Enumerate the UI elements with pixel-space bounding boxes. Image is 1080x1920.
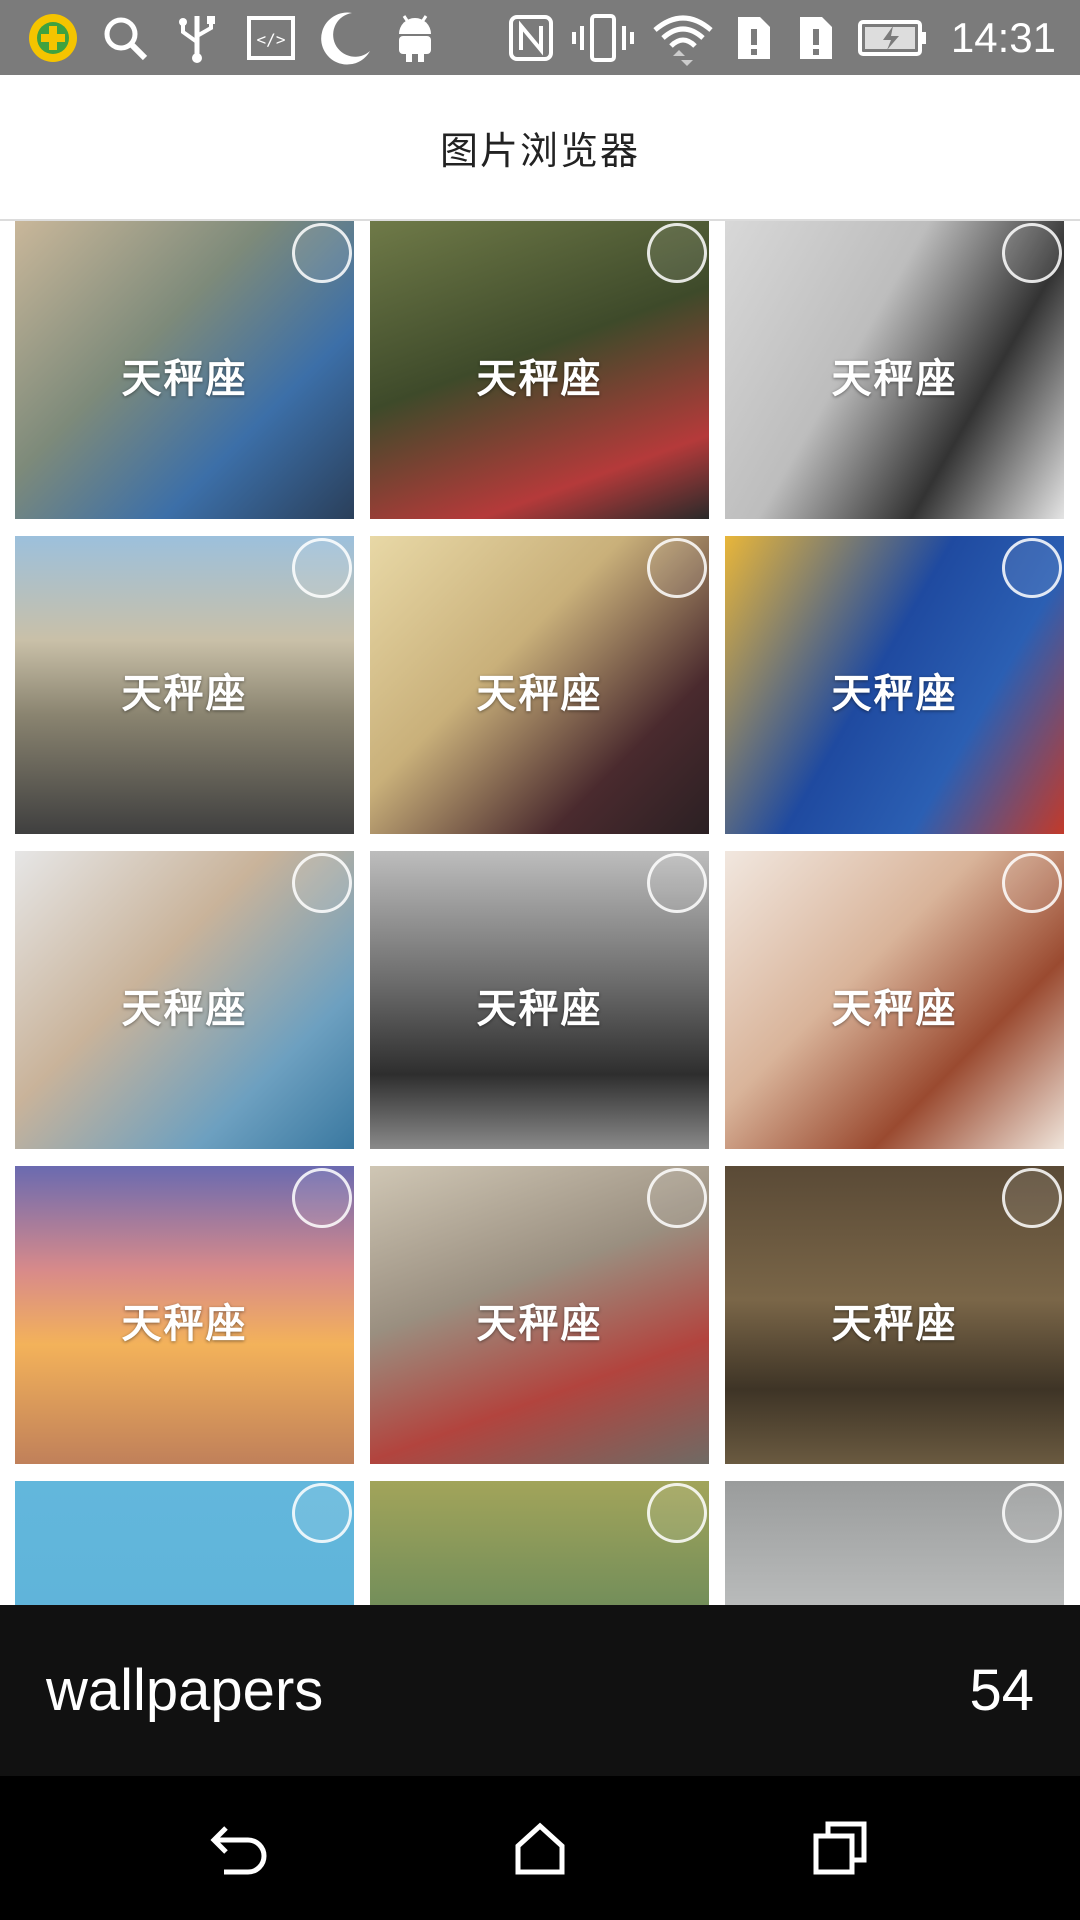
select-checkbox[interactable] — [292, 538, 352, 598]
select-checkbox[interactable] — [1002, 223, 1062, 283]
select-checkbox[interactable] — [292, 223, 352, 283]
thumbnail-watermark: 天秤座 — [831, 671, 958, 718]
select-checkbox[interactable] — [647, 538, 707, 598]
status-bar: </> 14:31 — [0, 0, 1080, 75]
select-checkbox[interactable] — [1002, 1168, 1062, 1228]
moon-icon — [310, 12, 376, 65]
svg-text:</>: </> — [257, 30, 286, 49]
grid-thumbnail-train[interactable]: 天秤座 — [370, 221, 709, 519]
thumbnail-watermark: 天秤座 — [831, 1301, 958, 1348]
thumbnail-watermark: 天秤座 — [476, 986, 603, 1033]
select-checkbox[interactable] — [292, 1483, 352, 1543]
thumbnail-watermark: 天秤座 — [831, 356, 958, 403]
thumbnail-watermark: 天秤座 — [121, 356, 248, 403]
usb-icon — [170, 12, 224, 64]
select-checkbox[interactable] — [647, 853, 707, 913]
grid-thumbnail-room[interactable]: 天秤座 — [725, 1166, 1064, 1464]
navigation-bar — [0, 1776, 1080, 1920]
thumbnail-watermark: 天秤座 — [476, 671, 603, 718]
back-icon — [210, 1826, 267, 1875]
thumbnail-watermark: 天秤座 — [121, 1301, 248, 1348]
album-count: 54 — [969, 1658, 1034, 1723]
select-checkbox[interactable] — [292, 1168, 352, 1228]
grid-thumbnail-clock[interactable]: 天秤座 — [370, 536, 709, 834]
grid-thumbnail-globe[interactable]: 天秤座 — [370, 1481, 709, 1605]
grid-thumbnail-kids-bus[interactable]: 天秤座 — [15, 221, 354, 519]
vibrate-icon — [570, 12, 636, 64]
select-checkbox[interactable] — [647, 223, 707, 283]
home-icon — [515, 1822, 565, 1875]
search-icon — [98, 12, 152, 64]
android-icon — [388, 12, 442, 64]
grid-thumbnail-sign[interactable]: 天秤座 — [725, 536, 1064, 834]
grid-thumbnail-sunset-girl[interactable]: 天秤座 — [15, 1166, 354, 1464]
status-time: 14:31 — [950, 14, 1056, 61]
grid-thumbnail-moon-sky[interactable]: 天秤座 — [15, 1481, 354, 1605]
album-name: wallpapers — [46, 1658, 324, 1723]
app-badge-icon — [26, 12, 80, 64]
grid-thumbnail-girl-back[interactable]: 天秤座 — [370, 851, 709, 1149]
grid-thumbnail-family-road[interactable]: 天秤座 — [15, 536, 354, 834]
grid-thumbnail-scales[interactable]: 天秤座 — [725, 1481, 1064, 1605]
wifi-icon — [650, 12, 716, 66]
album-bar[interactable]: wallpapers 54 — [0, 1605, 1080, 1776]
select-checkbox[interactable] — [647, 1168, 707, 1228]
thumbnail-watermark: 天秤座 — [476, 356, 603, 403]
select-checkbox[interactable] — [1002, 853, 1062, 913]
grid-thumbnail-red-hair[interactable]: 天秤座 — [725, 851, 1064, 1149]
grid-thumbnail-doves[interactable]: 天秤座 — [15, 851, 354, 1149]
select-checkbox[interactable] — [1002, 538, 1062, 598]
home-button[interactable] — [500, 1808, 580, 1888]
thumbnail-watermark: 天秤座 — [476, 1301, 603, 1348]
code-icon: </> — [244, 12, 298, 64]
back-button[interactable] — [200, 1808, 280, 1888]
recents-button[interactable] — [800, 1808, 880, 1888]
recents-icon — [813, 1821, 867, 1875]
grid-thumbnail-woman-wall[interactable]: 天秤座 — [725, 221, 1064, 519]
sim2-alert-icon — [792, 12, 840, 64]
page-title: 图片浏览器 — [439, 128, 640, 173]
app-header: 图片浏览器 — [0, 75, 1080, 221]
select-checkbox[interactable] — [292, 853, 352, 913]
select-checkbox[interactable] — [647, 1483, 707, 1543]
battery-charging-icon — [856, 12, 930, 64]
sim1-alert-icon — [730, 12, 778, 64]
grid-thumbnail-street[interactable]: 天秤座 — [370, 1166, 709, 1464]
select-checkbox[interactable] — [1002, 1483, 1062, 1543]
image-grid[interactable]: 天秤座天秤座天秤座天秤座天秤座天秤座天秤座天秤座天秤座天秤座天秤座天秤座天秤座天… — [0, 221, 1080, 1605]
nfc-icon — [506, 12, 556, 64]
thumbnail-watermark: 天秤座 — [831, 986, 958, 1033]
thumbnail-watermark: 天秤座 — [121, 986, 248, 1033]
thumbnail-watermark: 天秤座 — [121, 671, 248, 718]
